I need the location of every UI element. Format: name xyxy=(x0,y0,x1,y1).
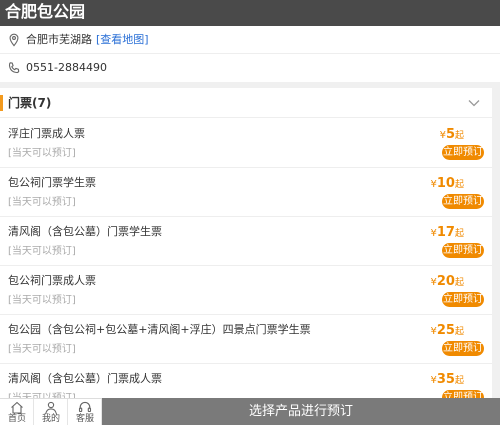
tab-mine-label: 我的 xyxy=(41,414,60,424)
ticket-availability: [当天可以预订] xyxy=(8,197,76,208)
page-title: 合肥包公园 xyxy=(5,2,86,21)
top-bar: 合肥包公园 xyxy=(0,0,500,26)
ticket-name: 包公园（含包公祠+包公墓+清风阁+浮庄）四景点门票学生票 xyxy=(8,323,311,336)
location-pin-icon xyxy=(9,33,19,47)
ticket-availability: [当天可以预订] xyxy=(8,344,76,355)
tickets-section: 门票(7) 浮庄门票成人票 [当天可以预订] ¥5起 立即预订 包公祠门票学生票… xyxy=(0,88,492,413)
book-now-button[interactable]: 立即预订 xyxy=(442,341,484,356)
ticket-price: ¥10起 xyxy=(431,174,464,193)
ticket-name: 清风阁（含包公墓）门票学生票 xyxy=(8,225,162,238)
book-now-button[interactable]: 立即预订 xyxy=(442,194,484,209)
address-text: 合肥市芜湖路 [查看地图] xyxy=(26,33,149,47)
home-icon xyxy=(11,401,23,414)
ticket-row[interactable]: 清风阁（含包公墓）门票学生票 [当天可以预订] ¥17起 立即预订 xyxy=(0,217,492,266)
ticket-name: 浮庄门票成人票 xyxy=(8,127,85,140)
address-row[interactable]: 合肥市芜湖路 [查看地图] xyxy=(0,26,500,54)
ticket-availability: [当天可以预订] xyxy=(8,246,76,257)
user-icon xyxy=(45,401,57,414)
tickets-section-title: 门票(7) xyxy=(8,96,52,110)
price-suffix: 起 xyxy=(454,180,464,190)
book-now-button[interactable]: 立即预订 xyxy=(442,292,484,307)
ticket-price: ¥17起 xyxy=(431,223,464,242)
price-value: 5 xyxy=(445,127,455,142)
ticket-row[interactable]: 包公祠门票成人票 [当天可以预订] ¥20起 立即预订 xyxy=(0,266,492,315)
price-value: 17 xyxy=(436,225,455,240)
ticket-name: 包公祠门票学生票 xyxy=(8,176,96,189)
price-suffix: 起 xyxy=(454,327,464,337)
price-suffix: 起 xyxy=(454,278,464,288)
ticket-availability: [当天可以预订] xyxy=(8,148,76,159)
ticket-name: 包公祠门票成人票 xyxy=(8,274,96,287)
price-value: 35 xyxy=(436,372,455,387)
price-value: 10 xyxy=(436,176,455,191)
price-suffix: 起 xyxy=(454,376,464,386)
ticket-price: ¥25起 xyxy=(431,321,464,340)
ticket-row[interactable]: 包公祠门票学生票 [当天可以预订] ¥10起 立即预订 xyxy=(0,168,492,217)
view-map-link[interactable]: [查看地图] xyxy=(96,33,149,46)
tab-home-label: 首页 xyxy=(7,414,26,424)
price-suffix: 起 xyxy=(454,229,464,239)
chevron-down-icon[interactable] xyxy=(467,96,481,110)
bottom-nav: 首页 我的 客服 xyxy=(0,398,102,425)
phone-icon xyxy=(8,62,20,74)
tab-home[interactable]: 首页 xyxy=(0,399,34,425)
phone-number[interactable]: 0551-2884490 xyxy=(26,61,107,75)
phone-row[interactable]: 0551-2884490 xyxy=(0,54,500,82)
ticket-row[interactable]: 包公园（含包公祠+包公墓+清风阁+浮庄）四景点门票学生票 [当天可以预订] ¥2… xyxy=(0,315,492,364)
bottom-bar: 首页 我的 客服 选择产品进行预订 xyxy=(0,398,500,425)
price-value: 20 xyxy=(436,274,455,289)
headset-icon xyxy=(78,401,92,413)
book-now-button[interactable]: 立即预订 xyxy=(442,243,484,258)
ticket-price: ¥20起 xyxy=(431,272,464,291)
section-accent-bar xyxy=(0,95,3,111)
address-value: 合肥市芜湖路 xyxy=(26,33,92,46)
tab-service-label: 客服 xyxy=(75,414,94,424)
ticket-row[interactable]: 浮庄门票成人票 [当天可以预订] ¥5起 立即预订 xyxy=(0,119,492,168)
scrollbar-track[interactable] xyxy=(492,88,500,398)
ticket-price: ¥5起 xyxy=(440,125,464,144)
ticket-availability: [当天可以预订] xyxy=(8,295,76,306)
tab-mine[interactable]: 我的 xyxy=(34,399,68,425)
tickets-section-header[interactable]: 门票(7) xyxy=(0,88,492,118)
select-product-button[interactable]: 选择产品进行预订 xyxy=(102,398,500,425)
book-now-button[interactable]: 立即预订 xyxy=(442,145,484,160)
price-value: 25 xyxy=(436,323,455,338)
tab-service[interactable]: 客服 xyxy=(68,399,102,425)
price-suffix: 起 xyxy=(454,131,464,141)
ticket-price: ¥35起 xyxy=(431,370,464,389)
ticket-name: 清风阁（含包公墓）门票成人票 xyxy=(8,372,162,385)
venue-info: 合肥市芜湖路 [查看地图] 0551-2884490 xyxy=(0,26,500,82)
